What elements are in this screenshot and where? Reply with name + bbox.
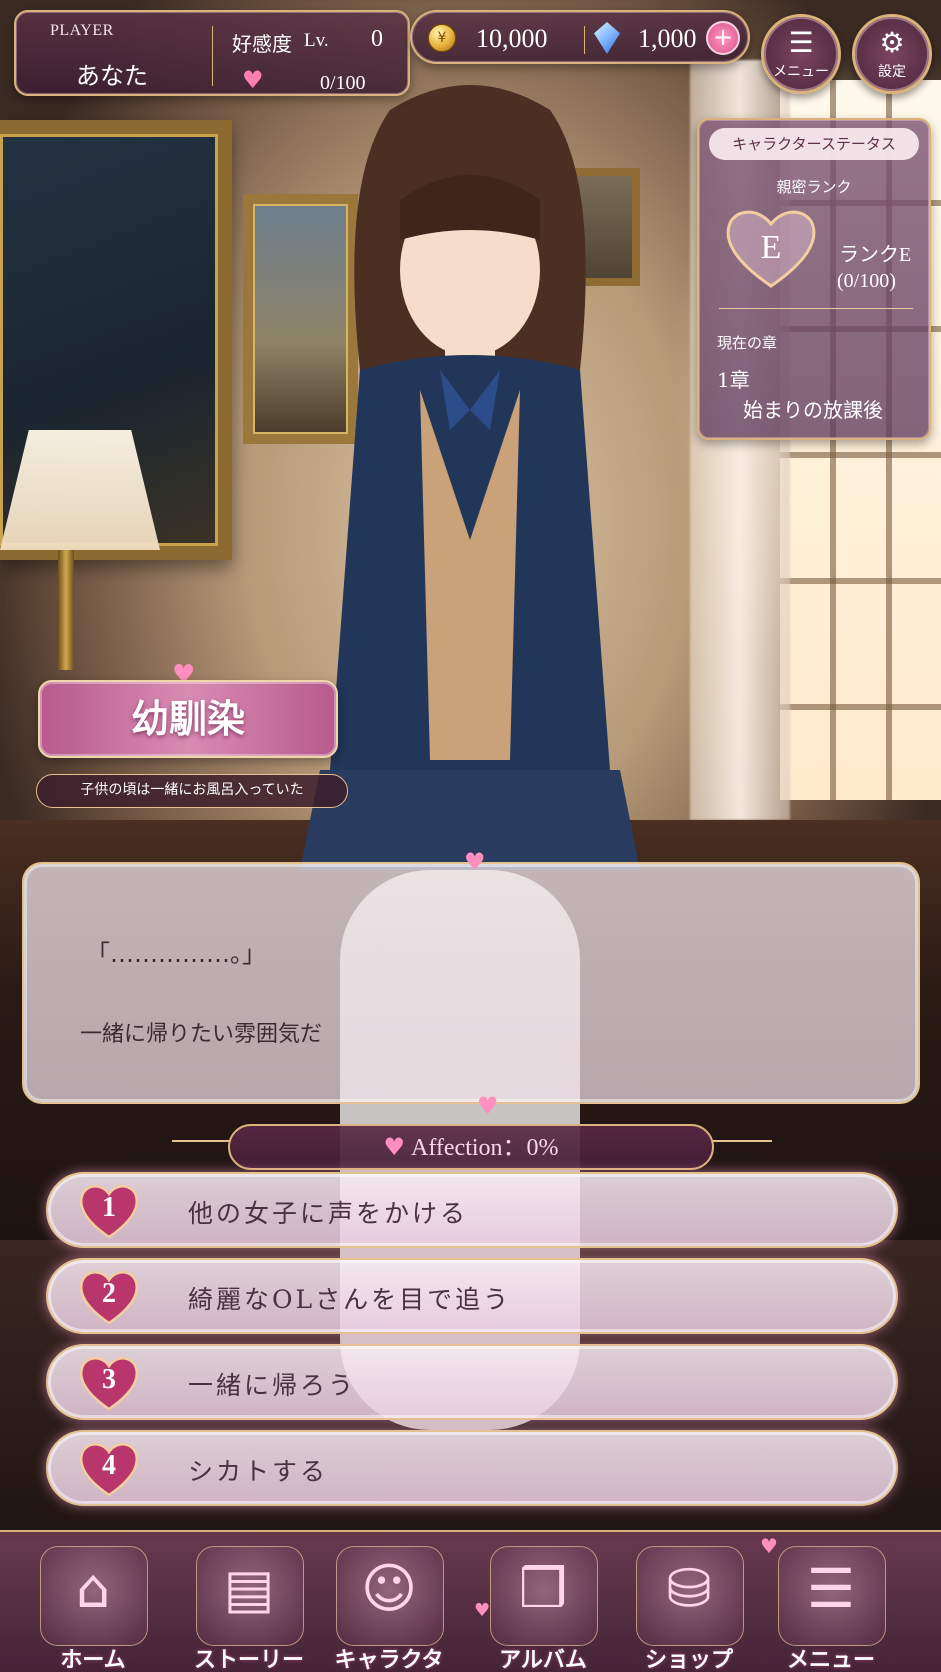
background-lamp [0,430,160,550]
chapter-number: 1章 [717,368,750,392]
menu-button[interactable]: ☰ メニュー [761,14,841,94]
character-icon: ☺ [360,1557,418,1620]
settings-button[interactable]: ⚙ 設定 [852,14,932,94]
castle-icon: ⌂ [75,1557,111,1620]
character-tagline: 子供の頃は一緒にお風呂入っていた [36,774,348,808]
level-value: 0 [371,26,383,52]
choice-text: 綺麗なOLさんを目で追う [188,1285,512,1314]
player-label: PLAYER [50,22,114,39]
nav-label: メニュー [786,1647,875,1672]
background-lamp-stand [58,550,74,670]
gold-amount: 10,000 [476,24,548,53]
choice-number: 4 [102,1450,116,1481]
character-nameplate: 幼馴染 [38,680,338,758]
nav-label: アルバム [499,1647,587,1672]
gem-amount: 1,000 [638,24,697,53]
favor-label: 好感度 [232,32,292,56]
album-icon: ❒ [518,1557,568,1620]
rank-heart-icon: E [726,210,816,288]
rank-letter: E [761,229,782,266]
nav-shop[interactable]: ⛁ ショップ [628,1546,750,1672]
nav-character[interactable]: ☺ キャラクター [328,1546,450,1672]
status-title: キャラクターステータス [709,128,919,160]
background-painting [0,120,232,560]
rank-points: (0/100) [837,270,896,292]
divider [719,308,913,309]
heart-ornament-icon: ♥ [474,1600,491,1621]
coin-icon: ¥ [428,24,456,52]
add-currency-button[interactable]: + [706,21,740,55]
gem-icon [594,22,620,54]
heart-ornament-icon: ♥ [760,1534,778,1558]
choice-number: 3 [102,1364,116,1395]
heart-icon: ♥ [242,66,264,94]
rank-label: 親密ランク [776,178,852,196]
chapter-title: 始まりの放課後 [743,398,883,422]
nav-label: ホーム [60,1647,126,1672]
rank-name: ランクE [839,244,912,266]
nav-story[interactable]: ▤ ストーリー [188,1546,310,1672]
choice-button-4[interactable]: 4 シカトする [46,1430,898,1506]
chapter-label: 現在の章 [717,334,778,352]
choice-button-2[interactable]: 2 綺麗なOLさんを目で追う [46,1258,898,1334]
affection-progress: 0/100 [320,72,366,94]
menu-button-label: メニュー [773,64,829,80]
choice-number: 1 [102,1192,116,1223]
background-painting [243,194,358,444]
level-label: Lv. [304,30,329,51]
affection-text: Affection：0% [411,1135,559,1161]
background-painting [560,168,640,286]
heart-ornament-icon: ♥ [477,1092,499,1120]
bottom-nav: ⌂ ホーム ▤ ストーリー ☺ キャラクター ❒ アルバム ⛁ ショップ ☰ メ… [0,1530,941,1672]
dialogue-line: 「……………。」 [86,940,266,968]
narration-line: 一緒に帰りたい雰囲気だ [80,1022,323,1047]
nav-label: ショップ [644,1647,733,1672]
choice-text: 一緒に帰ろう [188,1371,357,1400]
player-name: あなた [76,62,148,90]
gear-icon: ⚙ [879,26,905,59]
choice-text: 他の女子に声をかける [188,1199,469,1228]
nav-menu[interactable]: ☰ メニュー [770,1546,892,1672]
character-status-panel[interactable]: キャラクターステータス 親密ランク E ランクE (0/100) 現在の章 1章… [697,118,931,440]
ornament-line [172,1140,232,1142]
choice-text: シカトする [188,1457,329,1486]
heart-icon: ♥ [383,1133,405,1161]
nav-label: ストーリー [193,1647,304,1672]
currency-bar: ¥ 10,000 1,000 + [410,10,750,64]
choice-number: 2 [102,1278,116,1309]
choice-button-3[interactable]: 3 一緒に帰ろう [46,1344,898,1420]
dialogue-box[interactable]: ♥ 「……………。」 一緒に帰りたい雰囲気だ ♥ [22,848,920,1120]
player-panel: PLAYER あなた 好感度 Lv. 0 ♥ 0/100 [14,10,410,96]
ornament-line [712,1140,772,1142]
heart-ornament-icon: ♥ [464,848,486,876]
nav-label: キャラクター [334,1647,444,1672]
settings-button-label: 設定 [878,64,906,80]
choice-button-1[interactable]: 1 他の女子に声をかける [46,1172,898,1248]
menu-icon: ☰ [788,26,814,59]
nav-home[interactable]: ⌂ ホーム [32,1546,154,1672]
menu-icon: ☰ [806,1557,856,1620]
divider [212,26,213,86]
affection-meter: ♥ Affection：0% [228,1124,714,1170]
divider [584,26,585,54]
book-icon: ▤ [223,1557,275,1620]
shopping-bag-icon: ⛁ [666,1557,712,1620]
nav-album[interactable]: ❒ アルバム [482,1546,604,1672]
character-title: 幼馴染 [130,696,245,741]
